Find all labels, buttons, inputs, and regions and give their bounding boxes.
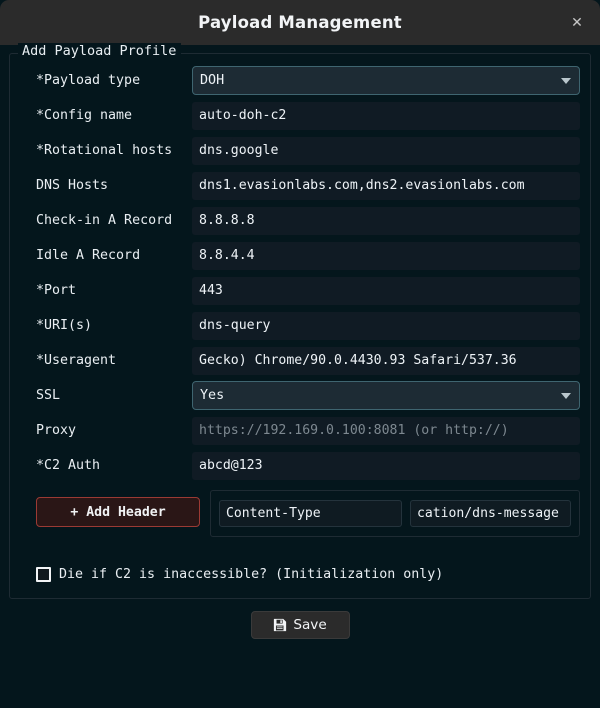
close-icon[interactable]: ✕ <box>564 10 590 36</box>
add-payload-profile-groupbox: Add Payload Profile *Payload type DOH *Con… <box>9 43 591 599</box>
form-row: *Rotational hosts <box>20 136 580 165</box>
form-row: *Payload type DOH <box>20 66 580 95</box>
form-row: *URI(s) <box>20 311 580 340</box>
form-field-wrapper: DOH <box>192 66 580 95</box>
text-input[interactable] <box>192 206 580 235</box>
text-input[interactable] <box>192 101 580 130</box>
headers-panel <box>210 490 580 537</box>
dropdown-value: DOH <box>200 73 225 88</box>
form-row: *C2 Auth <box>20 451 580 480</box>
dropdown[interactable]: DOH <box>192 66 580 95</box>
form-field-wrapper <box>192 276 580 305</box>
text-input[interactable] <box>192 416 580 445</box>
form-label: Check-in A Record <box>36 213 173 228</box>
floppy-disk-icon <box>273 618 287 632</box>
save-button-label: Save <box>293 617 327 633</box>
form-field-wrapper <box>192 101 580 130</box>
form-label: SSL <box>36 388 61 403</box>
checkbox-label: Die if C2 is inaccessible? (Initializati… <box>59 567 444 582</box>
save-button[interactable]: Save <box>250 611 350 639</box>
form-field-wrapper <box>192 171 580 200</box>
text-input[interactable] <box>192 346 580 375</box>
form-field-wrapper <box>192 451 580 480</box>
titlebar: Payload Management ✕ <box>0 0 600 45</box>
form-label: *C2 Auth <box>36 458 101 473</box>
groupbox-title: Add Payload Profile <box>18 43 182 59</box>
form-row: *Port <box>20 276 580 305</box>
form-field-wrapper <box>192 206 580 235</box>
form-label: *Rotational hosts <box>36 143 173 158</box>
form-label: *Payload type <box>36 73 141 88</box>
header-value-input[interactable] <box>410 500 571 527</box>
form-label: *Port <box>36 283 77 298</box>
text-input[interactable] <box>192 171 580 200</box>
payload-management-window: Payload Management ✕ Add Payload Profile… <box>0 0 600 708</box>
chevron-down-icon <box>561 392 571 399</box>
die-if-c2-inaccessible-checkbox-row[interactable]: Die if C2 is inaccessible? (Initializati… <box>20 567 580 582</box>
dialog-body: Add Payload Profile *Payload type DOH *Con… <box>0 43 600 708</box>
text-input[interactable] <box>192 276 580 305</box>
dropdown[interactable]: Yes <box>192 381 580 410</box>
form-row: *Useragent <box>20 346 580 375</box>
headers-section: + Add Header <box>20 490 580 537</box>
form-field-wrapper: Yes <box>192 381 580 410</box>
text-input[interactable] <box>192 451 580 480</box>
form-label: DNS Hosts <box>36 178 109 193</box>
text-input[interactable] <box>192 241 580 270</box>
form-row: Proxy <box>20 416 580 445</box>
form-label: Proxy <box>36 423 77 438</box>
form-label: *URI(s) <box>36 318 93 333</box>
payload-form: *Payload type DOH *Config name *Rotational … <box>20 66 580 480</box>
dropdown-value: Yes <box>200 388 225 403</box>
form-label: *Config name <box>36 108 133 123</box>
footer: Save <box>9 599 591 708</box>
text-input[interactable] <box>192 311 580 340</box>
form-row: *Config name <box>20 101 580 130</box>
form-row: Check-in A Record <box>20 206 580 235</box>
form-field-wrapper <box>192 311 580 340</box>
form-row: Idle A Record <box>20 241 580 270</box>
form-field-wrapper <box>192 416 580 445</box>
add-header-button[interactable]: + Add Header <box>36 497 200 527</box>
chevron-down-icon <box>561 77 571 84</box>
form-label: *Useragent <box>36 353 117 368</box>
checkbox-box[interactable] <box>36 567 51 582</box>
window-title: Payload Management <box>198 13 402 32</box>
form-field-wrapper <box>192 136 580 165</box>
text-input[interactable] <box>192 136 580 165</box>
form-field-wrapper <box>192 241 580 270</box>
form-label: Idle A Record <box>36 248 141 263</box>
form-field-wrapper <box>192 346 580 375</box>
header-key-input[interactable] <box>219 500 402 527</box>
form-row: SSL Yes <box>20 381 580 410</box>
form-row: DNS Hosts <box>20 171 580 200</box>
